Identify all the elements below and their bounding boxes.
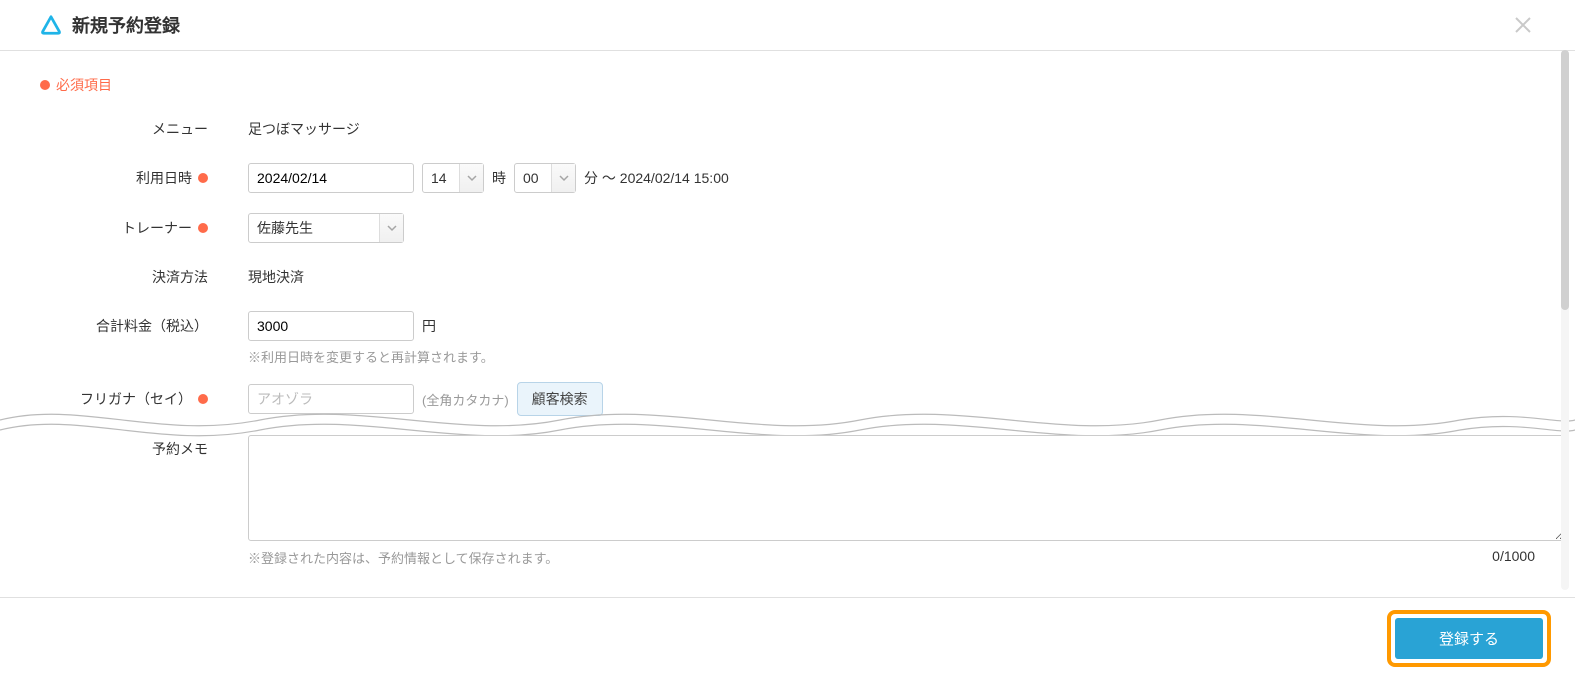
- chevron-down-icon: [459, 164, 483, 192]
- chevron-down-icon: [379, 214, 403, 242]
- row-datetime: 利用日時 14 時 00 分 〜 2024/02/14 15:00: [40, 153, 1535, 203]
- label-price: 合計料金（税込）: [96, 316, 208, 336]
- label-menu: メニュー: [152, 119, 208, 139]
- chevron-down-icon: [551, 164, 575, 192]
- hour-select[interactable]: 14: [422, 163, 484, 193]
- required-dot-icon: [198, 173, 208, 183]
- furigana-sei-hint: (全角カタカナ): [422, 390, 509, 409]
- submit-button[interactable]: 登録する: [1395, 618, 1543, 659]
- required-dot-icon: [40, 80, 50, 90]
- submit-highlight-frame: 登録する: [1387, 610, 1551, 667]
- furigana-sei-input[interactable]: [248, 384, 414, 414]
- close-icon[interactable]: [1511, 13, 1535, 37]
- hour-unit: 時: [492, 168, 506, 188]
- row-trainer: トレーナー 佐藤先生: [40, 203, 1535, 253]
- price-help: ※利用日時を変更すると再計算されます。: [248, 350, 494, 365]
- value-menu: 足つぼマッサージ: [248, 119, 360, 139]
- row-menu: メニュー 足つぼマッサージ: [40, 105, 1535, 153]
- price-input[interactable]: [248, 311, 414, 341]
- dialog-footer: 登録する: [0, 597, 1575, 679]
- value-payment: 現地決済: [248, 267, 304, 287]
- dialog-header: 新規予約登録: [0, 0, 1575, 51]
- price-help-row: ※利用日時を変更すると再計算されます。: [40, 347, 1535, 366]
- logo-icon: [40, 14, 62, 36]
- price-unit: 円: [422, 316, 436, 336]
- label-furigana-sei: フリガナ（セイ）: [80, 389, 192, 409]
- minute-select-value: 00: [515, 170, 551, 186]
- memo-textarea[interactable]: [248, 435, 1565, 541]
- required-dot-icon: [198, 223, 208, 233]
- label-memo: 予約メモ: [40, 439, 218, 459]
- label-trainer: トレーナー: [122, 218, 192, 238]
- label-datetime: 利用日時: [136, 168, 192, 188]
- row-furigana-sei: フリガナ（セイ） (全角カタカナ) 顧客検索: [40, 372, 1535, 426]
- row-memo: 予約メモ ※登録された内容は、予約情報として保存されます。 0/1000: [40, 435, 1535, 567]
- row-payment: 決済方法 現地決済: [40, 253, 1535, 301]
- memo-counter: 0/1000: [1492, 548, 1535, 567]
- trainer-select[interactable]: 佐藤先生: [248, 213, 404, 243]
- date-input[interactable]: [248, 163, 414, 193]
- memo-help: ※登録された内容は、予約情報として保存されます。: [248, 548, 558, 567]
- required-dot-icon: [198, 394, 208, 404]
- dialog-title: 新規予約登録: [72, 12, 180, 38]
- row-price: 合計料金（税込） 円: [40, 301, 1535, 351]
- required-legend: 必須項目: [40, 75, 1535, 95]
- minute-unit-endtime: 分 〜 2024/02/14 15:00: [584, 168, 729, 188]
- label-payment: 決済方法: [152, 267, 208, 287]
- trainer-select-value: 佐藤先生: [249, 218, 379, 238]
- scrollbar-thumb[interactable]: [1561, 50, 1569, 310]
- hour-select-value: 14: [423, 170, 459, 186]
- customer-search-button[interactable]: 顧客検索: [517, 382, 603, 416]
- minute-select[interactable]: 00: [514, 163, 576, 193]
- required-legend-label: 必須項目: [56, 75, 112, 95]
- header-left: 新規予約登録: [40, 12, 180, 38]
